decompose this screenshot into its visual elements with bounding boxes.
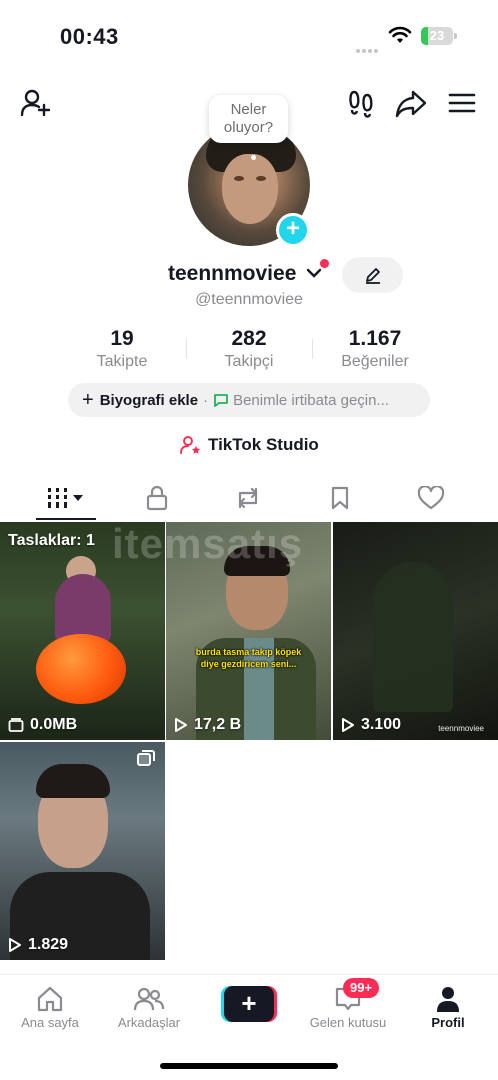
followers-count: 282 <box>231 327 267 350</box>
add-bio-link[interactable]: Biyografi ekle <box>100 392 198 409</box>
active-tab-indicator <box>36 518 96 520</box>
following-count: 19 <box>110 327 134 350</box>
profile-icon <box>437 987 459 1012</box>
edit-profile-button[interactable] <box>342 257 403 293</box>
status-bubble[interactable]: Neler oluyor? <box>209 95 288 143</box>
status-time: 00:43 <box>60 24 119 49</box>
chevron-down-icon[interactable] <box>306 267 322 279</box>
bio-contact-bar[interactable]: + Biyografi ekle · Benimle irtibata geçi… <box>68 383 430 417</box>
battery-cap <box>454 33 457 39</box>
nav-home-label: Ana sayfa <box>21 1015 79 1030</box>
plus-icon: + <box>82 388 94 411</box>
likes-count: 1.167 <box>348 327 402 350</box>
tiktok-studio-link[interactable]: TikTok Studio <box>180 435 319 455</box>
grid-bars-icon <box>48 488 83 508</box>
footprints-button[interactable] <box>344 86 378 120</box>
view-count: 3.100 <box>361 716 402 733</box>
status-bubble-text: Neler oluyor? <box>223 101 274 136</box>
drafts-icon <box>8 718 24 732</box>
profile-tabs <box>0 478 498 520</box>
following-stat[interactable]: 19 Takipte <box>62 326 182 372</box>
cellular-signal-icon <box>356 40 382 53</box>
pencil-icon <box>365 268 380 284</box>
battery-indicator: 23 <box>421 27 453 45</box>
nav-profile-label: Profil <box>431 1015 465 1030</box>
drafts-label: Taslaklar: 1 <box>8 532 95 549</box>
heart-icon <box>417 486 445 510</box>
nav-profile[interactable]: Profil <box>398 983 498 1030</box>
image-watermark: itemsatış <box>112 520 304 567</box>
tab-reposts[interactable] <box>218 478 278 518</box>
carousel-icon <box>137 750 155 766</box>
followers-stat[interactable]: 282 Takipçi <box>189 326 309 372</box>
hamburger-menu-icon <box>448 93 476 113</box>
video-watermark: teennmoviee <box>438 724 484 733</box>
view-count: 17,2 B <box>194 716 242 733</box>
home-icon <box>37 986 63 1012</box>
add-friend-button[interactable] <box>18 86 52 120</box>
tab-private[interactable] <box>127 478 187 518</box>
likes-label: Beğeniler <box>341 353 409 370</box>
add-story-button[interactable]: + <box>276 213 310 247</box>
video-meta: 0.0MB <box>8 716 77 734</box>
share-profile-button[interactable] <box>394 86 428 120</box>
nav-friends-label: Arkadaşlar <box>117 1015 181 1030</box>
view-count: 1.829 <box>28 936 69 953</box>
play-icon <box>175 718 187 732</box>
tiktok-studio-label: TikTok Studio <box>208 435 319 454</box>
bookmark-icon <box>331 486 349 510</box>
repost-icon <box>238 487 258 509</box>
footprints-icon <box>349 90 373 118</box>
video-size: 0.0MB <box>30 716 78 733</box>
followers-label: Takipçi <box>224 353 274 370</box>
play-icon <box>9 938 21 952</box>
bottom-navigation: Ana sayfa Arkadaşlar + Gelen kutusu Prof… <box>0 974 498 1044</box>
tab-videos[interactable] <box>36 478 96 518</box>
video-meta: 1.829 <box>8 936 68 954</box>
likes-stat[interactable]: 1.167 Beğeniler <box>315 326 435 372</box>
bubble-pointer <box>251 155 256 160</box>
nav-friends[interactable]: Arkadaşlar <box>99 983 199 1030</box>
share-arrow-icon <box>395 90 427 118</box>
username[interactable]: teennmoviee <box>168 262 296 286</box>
profile-stats: 19 Takipte 282 Takipçi 1.167 Beğeniler <box>0 326 498 374</box>
menu-button[interactable] <box>445 86 479 120</box>
plus-icon: + <box>224 986 274 1022</box>
studio-person-star-icon <box>180 436 200 454</box>
friends-icon <box>133 987 165 1011</box>
lock-icon <box>146 485 168 511</box>
chat-bubble-icon <box>214 394 228 407</box>
play-icon <box>342 718 354 732</box>
home-indicator <box>160 1063 338 1069</box>
create-video-button[interactable]: + <box>221 986 277 1022</box>
following-label: Takipte <box>96 353 148 370</box>
stat-divider <box>186 339 187 359</box>
tab-liked[interactable] <box>401 478 461 518</box>
add-person-icon <box>20 89 51 117</box>
nav-home[interactable]: Ana sayfa <box>0 983 100 1030</box>
video-meta: 3.100 <box>341 716 401 734</box>
wifi-icon <box>388 26 412 43</box>
separator: · <box>203 391 209 409</box>
video-thumbnail[interactable]: 3.100 teennmoviee <box>333 522 498 740</box>
notification-dot <box>320 259 329 268</box>
tab-favorites[interactable] <box>310 478 370 518</box>
contact-link[interactable]: Benimle irtibata geçin... <box>233 392 389 409</box>
video-meta: 17,2 B <box>174 716 241 734</box>
video-thumbnail[interactable]: 1.829 <box>0 742 165 960</box>
video-caption: burda tasma takıp köpek diye gezdiricem … <box>195 647 302 669</box>
nav-inbox-label: Gelen kutusu <box>309 1015 387 1030</box>
status-bar: 00:43 23 <box>0 0 498 70</box>
profile-handle: @teennmoviee <box>195 291 303 308</box>
inbox-badge: 99+ <box>343 978 380 998</box>
stat-divider <box>312 339 313 359</box>
